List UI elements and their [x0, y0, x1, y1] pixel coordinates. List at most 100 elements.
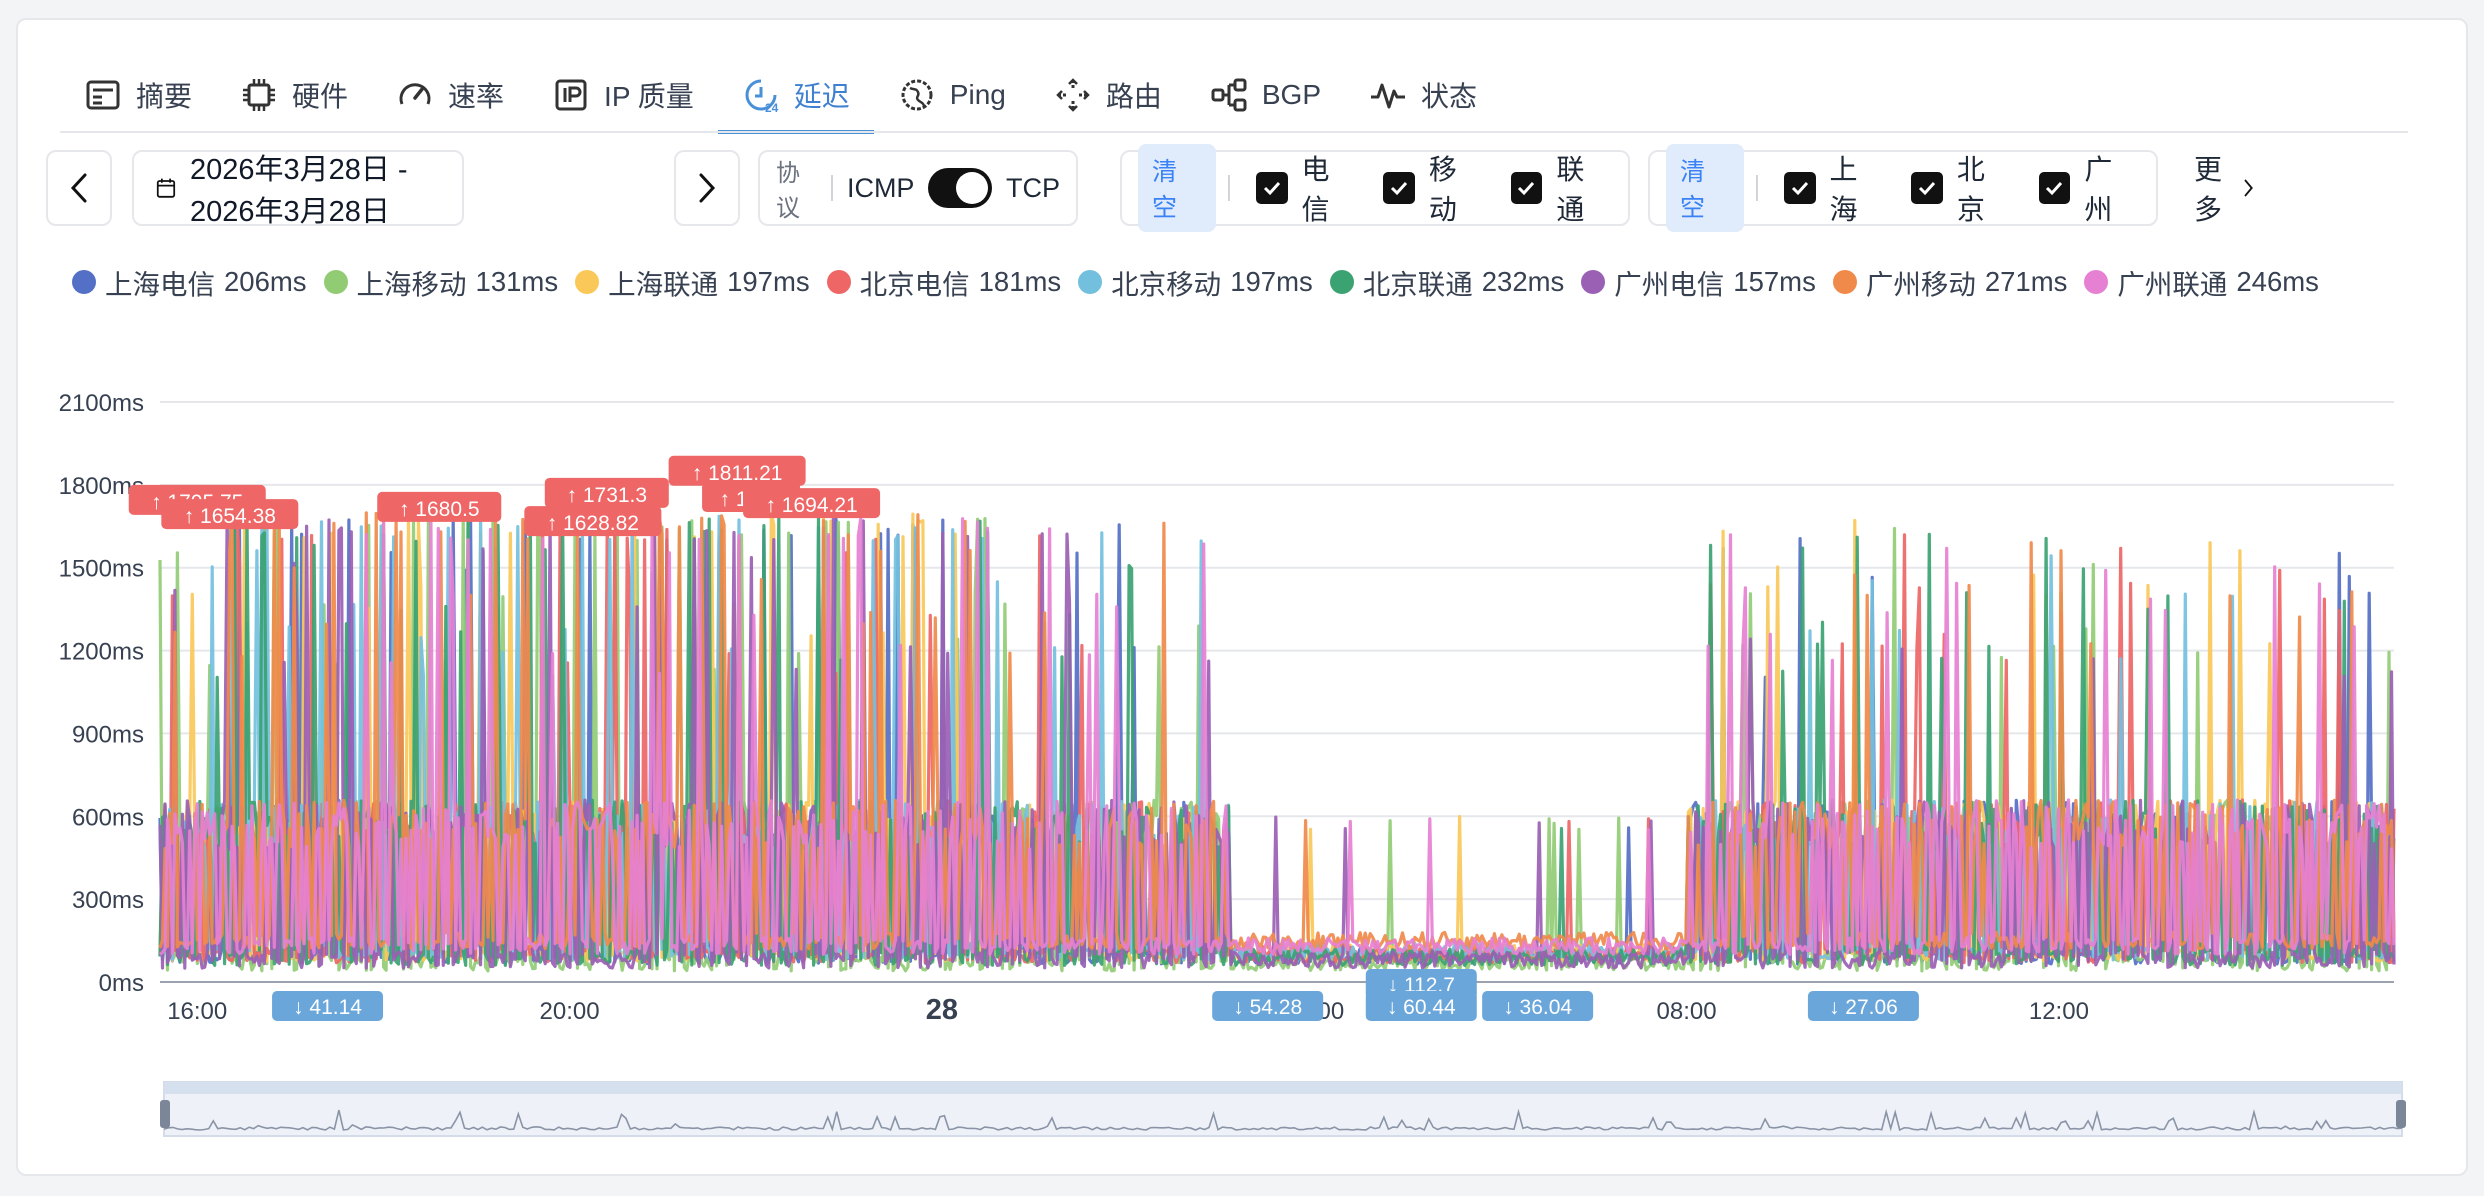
- chevron-right-icon: [699, 173, 716, 203]
- tab-label: 硬件: [292, 81, 349, 112]
- network-icon: [1210, 76, 1248, 114]
- legend-value: 157ms: [1733, 266, 1816, 297]
- more-button[interactable]: 更多: [2194, 150, 2254, 226]
- city-filter-group: 清空 上海 北京 广州: [1648, 144, 2158, 232]
- legend-value: 206ms: [224, 266, 307, 297]
- isp-filter-group: 清空 电信 移动 联通: [1120, 144, 1630, 232]
- legend-item[interactable]: 广州电信 157ms: [1581, 262, 1816, 302]
- checkbox-电信[interactable]: 电信: [1255, 148, 1357, 228]
- protocol-icmp-label[interactable]: ICMP: [847, 173, 915, 204]
- date-range-text: 2026年3月28日 - 2026年3月28日: [189, 154, 408, 228]
- check-icon: [1510, 172, 1543, 204]
- checkbox-label: 上海: [1829, 154, 1858, 225]
- legend-item[interactable]: 广州联通 246ms: [2084, 262, 2319, 302]
- check-icon: [2038, 172, 2071, 204]
- legend-dot: [323, 270, 348, 294]
- zoom-handle-left[interactable]: [160, 1100, 170, 1128]
- legend-dot: [1329, 270, 1354, 294]
- protocol-tcp-label[interactable]: TCP: [1006, 173, 1060, 204]
- checkbox-label: 电信: [1301, 154, 1330, 225]
- tab-cpu[interactable]: 硬件: [216, 58, 372, 132]
- checkbox-label: 北京: [1956, 154, 1985, 225]
- latency-clock-icon: 24: [742, 76, 780, 114]
- legend-dot: [826, 270, 851, 294]
- svg-text:24: 24: [765, 101, 779, 114]
- protocol-toggle[interactable]: [928, 168, 992, 208]
- checkbox-label: 广州: [2084, 154, 2113, 225]
- calendar-icon: [156, 178, 176, 198]
- prev-day-button[interactable]: [46, 150, 112, 226]
- legend-value: 197ms: [1230, 266, 1313, 297]
- legend-value: 246ms: [2236, 266, 2319, 297]
- legend-item[interactable]: 北京联通 232ms: [1329, 262, 1565, 302]
- zoom-handle-right[interactable]: [2396, 1100, 2406, 1128]
- protocol-switch-group: 协议 ICMP TCP: [758, 150, 1078, 226]
- tab-pulse[interactable]: 状态: [1345, 58, 1501, 132]
- check-icon: [1383, 172, 1415, 204]
- tab-label: BGP: [1261, 79, 1321, 110]
- tab-label: Ping: [949, 79, 1006, 110]
- legend-dot: [575, 270, 600, 294]
- tab-bar: 摘要 硬件 速率 IP 质量 24 延迟 Ping 路由 BGP 状态: [60, 58, 1501, 134]
- legend-item[interactable]: 上海联通 197ms: [575, 262, 810, 302]
- chart-legend: 上海电信 206ms 上海移动 131ms 上海联通 197ms 北京电信 181ms 北京移动…: [72, 262, 2336, 302]
- ip-icon: [552, 76, 590, 114]
- legend-dot: [72, 270, 96, 294]
- clear-isp-button[interactable]: 清空: [1138, 144, 1216, 232]
- next-day-button[interactable]: [674, 150, 740, 226]
- legend-name: 北京电信: [859, 269, 970, 300]
- chevron-right-icon: [2244, 179, 2253, 197]
- divider: [1227, 175, 1230, 201]
- toggle-knob: [956, 172, 988, 204]
- legend-name: 北京移动: [1111, 269, 1222, 300]
- legend-value: 181ms: [978, 266, 1062, 297]
- legend-value: 232ms: [1481, 266, 1565, 297]
- tab-ip[interactable]: IP 质量: [528, 58, 718, 132]
- check-icon: [1255, 172, 1288, 204]
- check-icon: [1783, 172, 1816, 204]
- legend-item[interactable]: 北京移动 197ms: [1078, 262, 1313, 302]
- date-range-picker[interactable]: 2026年3月28日 - 2026年3月28日: [132, 150, 464, 228]
- chevron-left-icon: [70, 173, 87, 203]
- checkbox-移动[interactable]: 移动: [1383, 148, 1484, 228]
- summary-icon: [84, 76, 122, 114]
- legend-item[interactable]: 广州移动 271ms: [1832, 262, 2068, 302]
- legend-name: 广州移动: [1865, 269, 1976, 300]
- globe-icon: [898, 76, 936, 114]
- legend-value: 131ms: [475, 266, 559, 297]
- check-icon: [1911, 172, 1943, 204]
- checkbox-联通[interactable]: 联通: [1510, 148, 1612, 228]
- legend-dot: [1832, 270, 1857, 294]
- legend-item[interactable]: 北京电信 181ms: [826, 262, 1062, 302]
- legend-dot: [1581, 270, 1606, 294]
- tab-label: 摘要: [136, 81, 193, 112]
- tab-globe[interactable]: Ping: [874, 58, 1030, 132]
- cpu-icon: [240, 76, 278, 114]
- legend-dot: [1078, 270, 1103, 294]
- tab-label: 状态: [1421, 81, 1478, 112]
- legend-name: 上海移动: [356, 269, 467, 300]
- legend-name: 广州联通: [2117, 269, 2228, 300]
- tab-gauge[interactable]: 速率: [372, 58, 528, 132]
- more-label: 更多: [2194, 154, 2223, 225]
- tab-route[interactable]: 路由: [1030, 58, 1186, 132]
- tab-latency-clock[interactable]: 24 延迟: [717, 58, 874, 134]
- tab-network[interactable]: BGP: [1186, 58, 1345, 132]
- clear-city-button[interactable]: 清空: [1666, 144, 1744, 232]
- checkbox-label: 移动: [1428, 154, 1457, 225]
- tab-summary[interactable]: 摘要: [60, 58, 216, 132]
- checkbox-广州[interactable]: 广州: [2038, 148, 2140, 228]
- tab-label: IP 质量: [604, 81, 694, 112]
- legend-item[interactable]: 上海移动 131ms: [323, 262, 559, 302]
- legend-item[interactable]: 上海电信 206ms: [72, 262, 307, 302]
- tab-label: 路由: [1105, 81, 1162, 112]
- legend-name: 北京联通: [1362, 269, 1473, 300]
- checkbox-label: 联通: [1556, 154, 1585, 225]
- legend-name: 广州电信: [1614, 269, 1725, 300]
- legend-value: 271ms: [1984, 266, 2068, 297]
- checkbox-上海[interactable]: 上海: [1783, 148, 1885, 228]
- legend-name: 上海联通: [608, 269, 719, 300]
- checkbox-北京[interactable]: 北京: [1911, 148, 2012, 228]
- protocol-label: 协议: [776, 160, 800, 222]
- tab-divider: [60, 131, 2408, 133]
